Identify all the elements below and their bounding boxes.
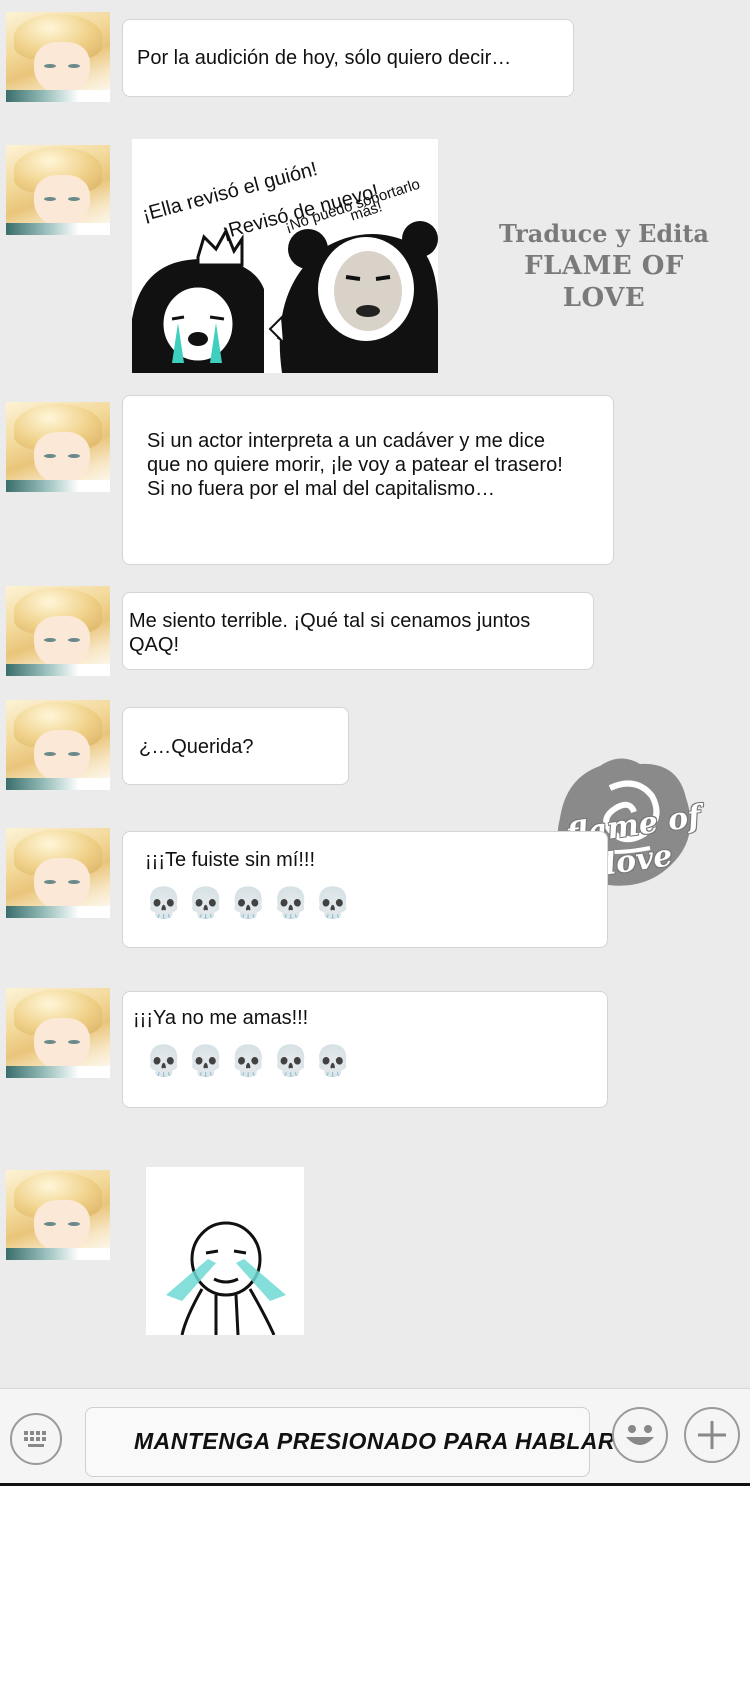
sticker-panda[interactable]: ¡Ella revisó el guión! ¡Revisó de nuevo!… — [132, 139, 438, 373]
add-button[interactable] — [684, 1407, 740, 1463]
avatar[interactable] — [6, 402, 110, 492]
avatar[interactable] — [6, 700, 110, 790]
avatar[interactable] — [6, 988, 110, 1078]
hold-to-talk-label: MANTENGA PRESIONADO PARA HABLAR — [134, 1428, 616, 1454]
emoji-button[interactable] — [612, 1407, 668, 1463]
message-text: ¡¡¡Te fuiste sin mí!!! — [145, 849, 316, 871]
message-text: Por la audición de hoy, sólo quiero deci… — [137, 47, 512, 69]
message-bubble[interactable]: Me siento terrible. ¡Qué tal si cenamos … — [122, 592, 594, 670]
chat-area: Por la audición de hoy, sólo quiero deci… — [0, 0, 750, 1388]
message-text: Me siento terrible. ¡Qué tal si cenamos … — [129, 610, 531, 656]
translator-watermark: Traduce y Edita FLAME OF LOVE — [494, 218, 714, 314]
avatar[interactable] — [6, 828, 110, 918]
message-text: ¿…Querida? — [139, 736, 254, 758]
message-bubble[interactable]: Por la audición de hoy, sólo quiero deci… — [122, 19, 574, 97]
message-bubble[interactable]: Si un actor interpreta a un cadáver y me… — [122, 395, 614, 565]
sticker-crying[interactable] — [146, 1167, 304, 1335]
message-bubble[interactable]: ¿…Querida? — [122, 707, 349, 785]
skull-emoji-row: 💀💀💀💀💀 — [145, 887, 357, 920]
smiley-icon — [626, 1425, 654, 1445]
message-bubble[interactable]: ¡¡¡Te fuiste sin mí!!! 💀💀💀💀💀 — [122, 831, 608, 948]
keyboard-icon — [24, 1431, 46, 1447]
avatar[interactable] — [6, 586, 110, 676]
avatar[interactable] — [6, 1170, 110, 1260]
message-bubble[interactable]: ¡¡¡Ya no me amas!!! 💀💀💀💀💀 — [122, 991, 608, 1108]
avatar[interactable] — [6, 145, 110, 235]
watermark-line2: FLAME OF LOVE — [524, 251, 684, 313]
keyboard-toggle-button[interactable] — [10, 1413, 62, 1465]
crying-face-drawing — [146, 1167, 304, 1335]
watermark-line1: Traduce y Edita — [499, 219, 709, 248]
plus-icon — [698, 1421, 726, 1449]
hold-to-talk-button[interactable]: MANTENGA PRESIONADO PARA HABLAR — [85, 1407, 615, 1477]
message-text: ¡¡¡Ya no me amas!!! — [133, 1007, 309, 1029]
skull-emoji-row: 💀💀💀💀💀 — [145, 1045, 357, 1078]
input-bar: MANTENGA PRESIONADO PARA HABLAR — [0, 1388, 750, 1486]
avatar[interactable] — [6, 12, 110, 102]
message-text: Si un actor interpreta a un cadáver y me… — [147, 430, 563, 500]
